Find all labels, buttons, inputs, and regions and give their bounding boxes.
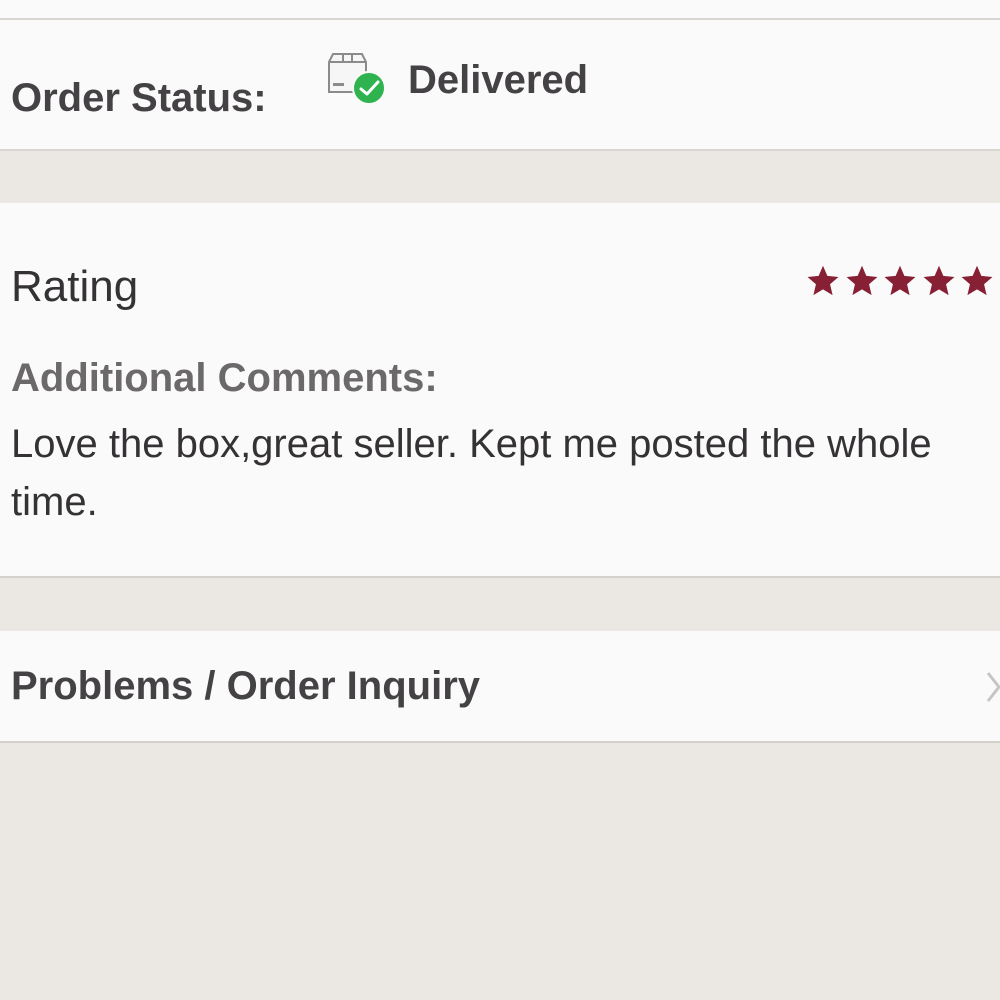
order-status-section: Order Status: Delivered — [0, 20, 1000, 151]
rating-stars — [805, 263, 1000, 301]
star-icon — [846, 265, 877, 296]
problems-order-inquiry-row[interactable]: Problems / Order Inquiry — [0, 631, 1000, 743]
additional-comments-text: Love the box,great seller. Kept me poste… — [11, 422, 932, 524]
problems-order-inquiry-label: Problems / Order Inquiry — [11, 664, 481, 708]
package-delivered-icon — [328, 53, 386, 105]
review-section: Rating Additional Comments: Love the box… — [0, 203, 1000, 578]
star-icon — [884, 265, 916, 296]
order-status-label: Order Status: — [11, 76, 267, 120]
star-icon — [807, 265, 839, 296]
star-icon — [961, 265, 993, 296]
rating-label: Rating — [11, 262, 139, 311]
order-status-value: Delivered — [408, 58, 589, 102]
additional-comments-label: Additional Comments: — [11, 356, 438, 400]
previous-section-card — [0, 0, 1000, 20]
star-icon — [923, 265, 954, 296]
chevron-right-icon — [986, 672, 1000, 702]
